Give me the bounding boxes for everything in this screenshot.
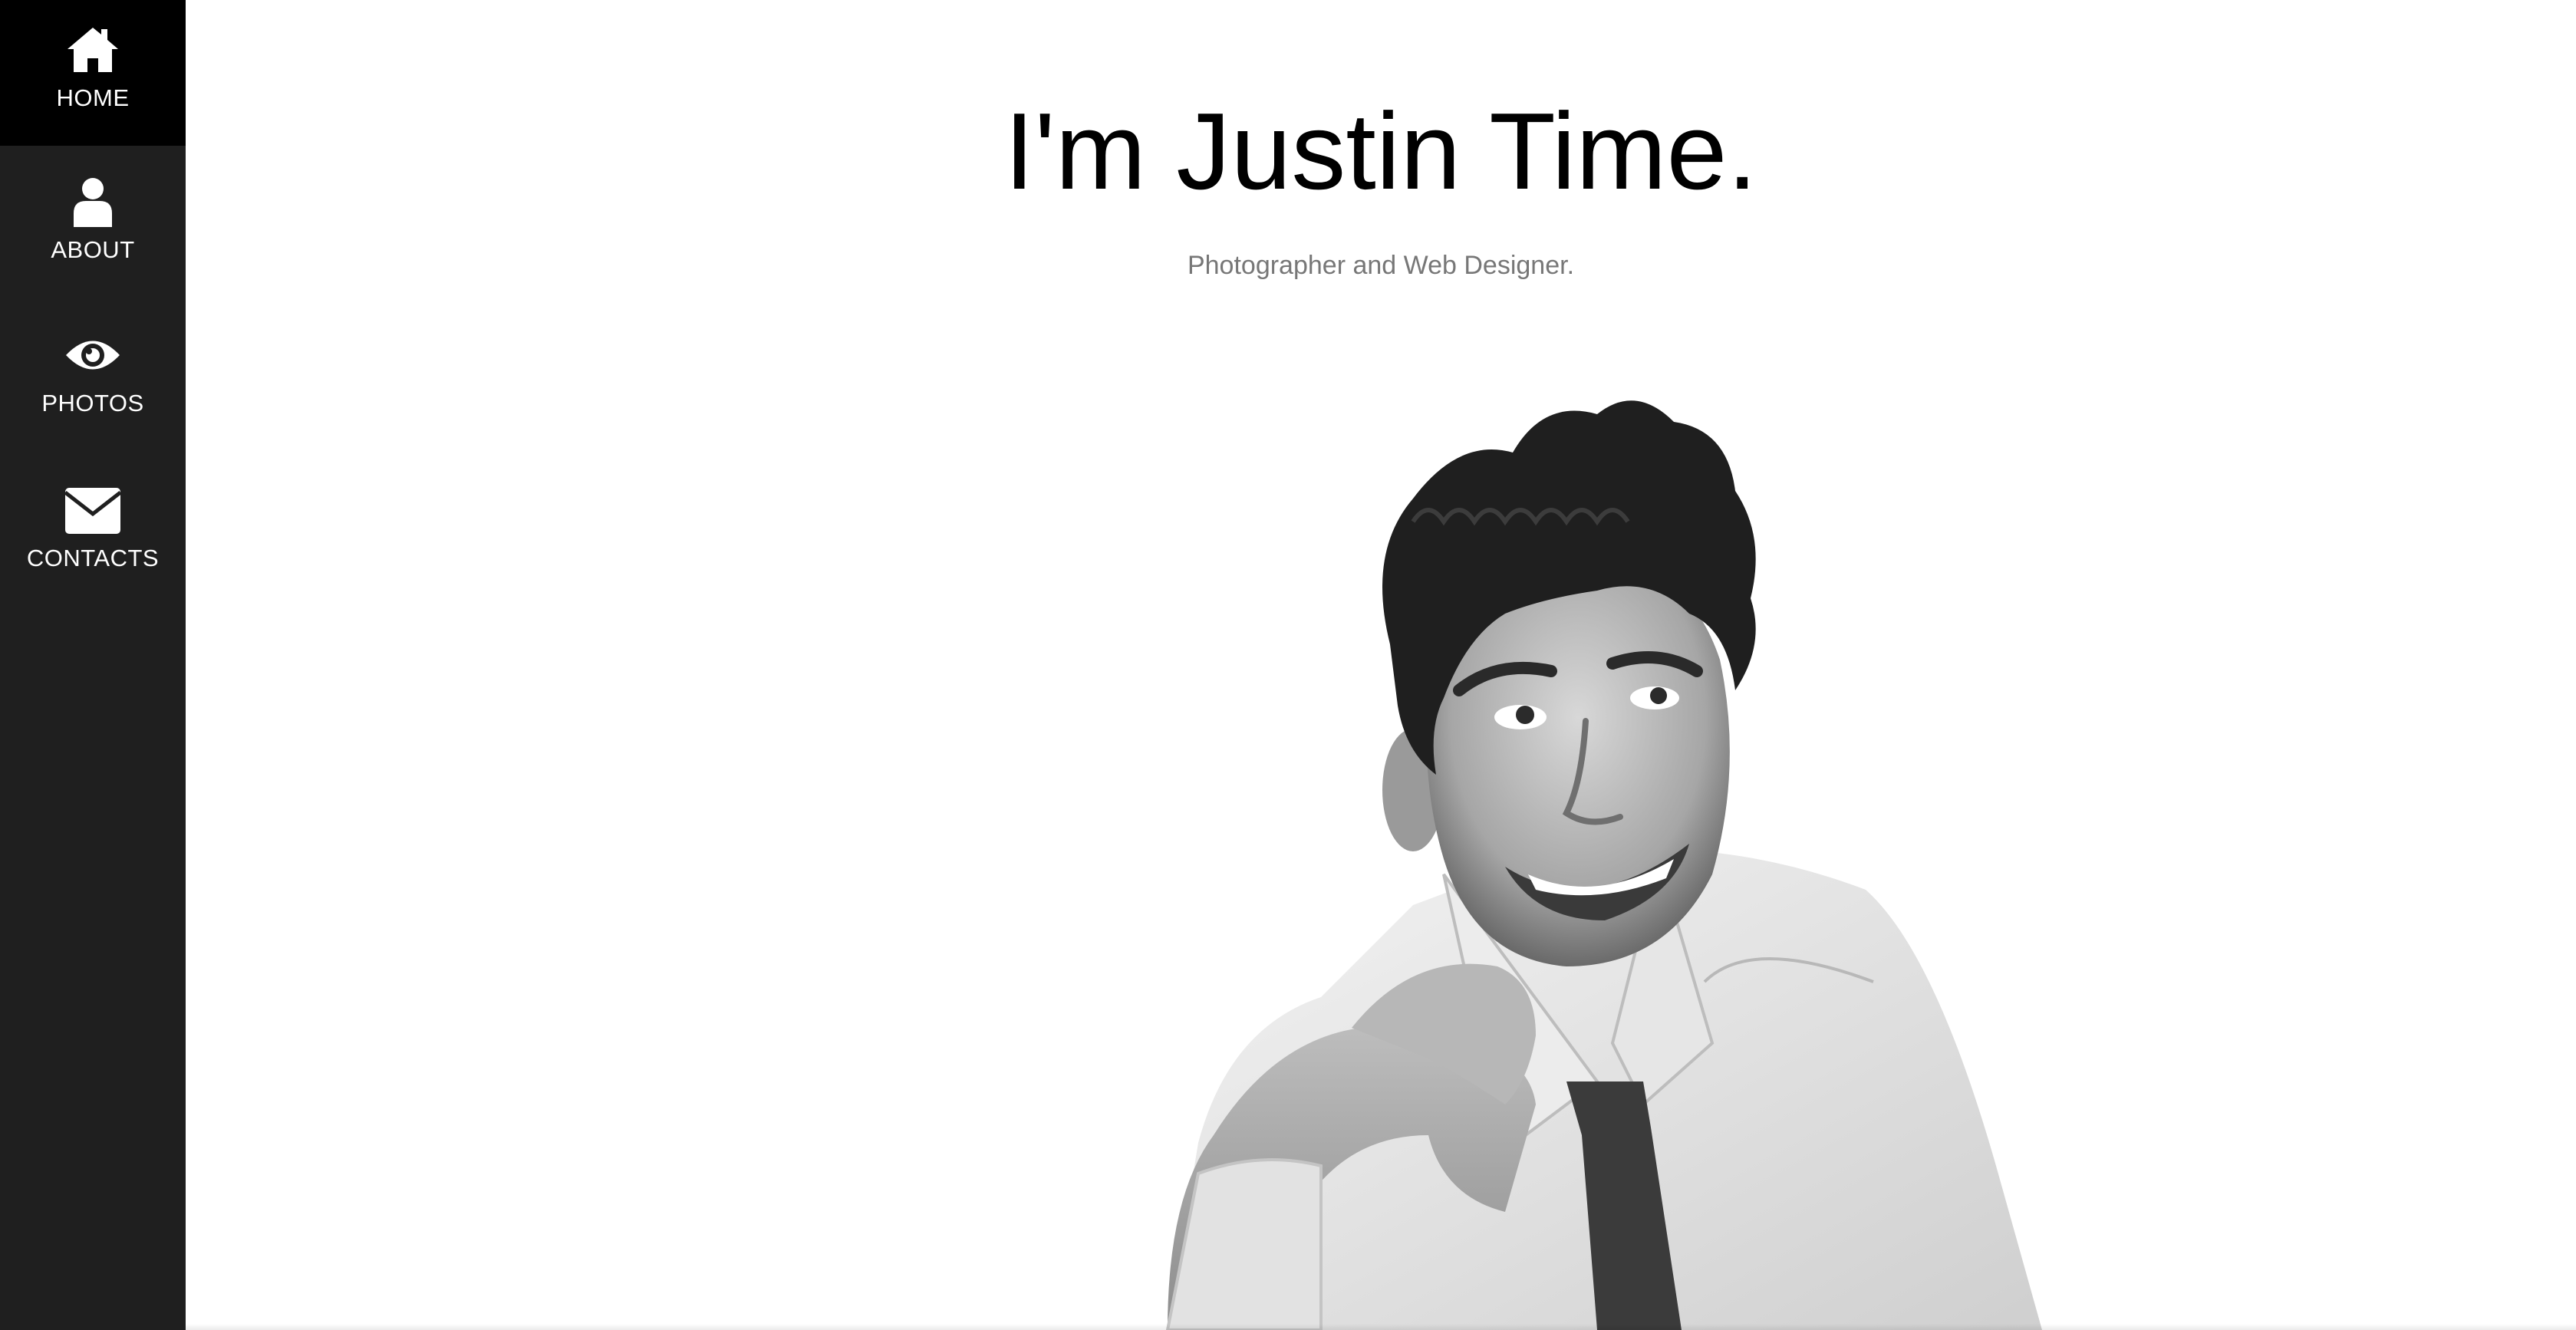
nav-label-home: HOME [56,84,130,111]
nav-item-home[interactable]: HOME [0,0,186,146]
portrait-photo [1165,400,2042,1330]
page-title: I'm Justin Time. [1004,91,1757,212]
sidebar-nav: HOME ABOUT PHOTOS CONTACTS [0,0,186,1330]
home-icon [68,28,118,72]
main-content: I'm Justin Time. Photographer and Web De… [186,0,2576,1330]
page-subtitle: Photographer and Web Designer. [1187,251,1575,280]
nav-label-about: ABOUT [51,236,135,263]
user-icon [74,178,112,227]
envelope-icon [64,488,122,534]
nav-item-about[interactable]: ABOUT [0,153,186,299]
eye-icon [66,341,120,370]
nav-label-photos: PHOTOS [41,390,144,416]
nav-item-photos[interactable]: PHOTOS [0,307,186,453]
nav-label-contacts: CONTACTS [26,545,160,571]
bottom-shadow [186,1324,2576,1330]
nav-item-contacts[interactable]: CONTACTS [0,460,186,606]
